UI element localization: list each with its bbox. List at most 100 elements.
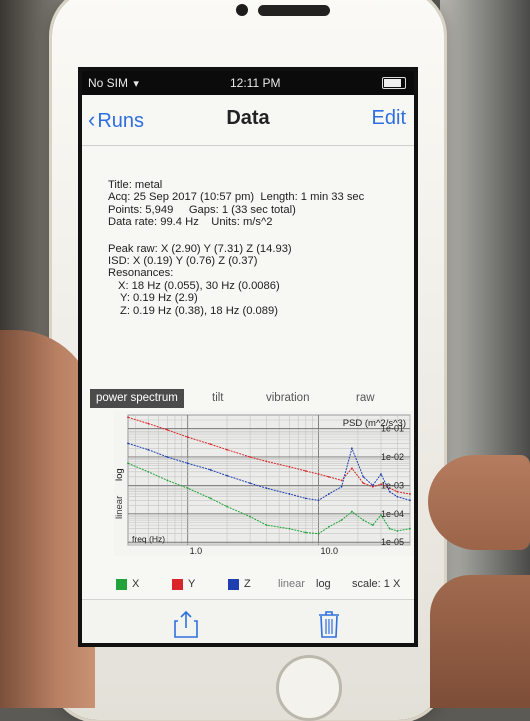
y-axis-linear-label[interactable]: linear bbox=[114, 496, 125, 519]
x-tick-label: 1.0 bbox=[190, 546, 203, 556]
data-point-y bbox=[186, 436, 189, 439]
tab-tilt[interactable]: tilt bbox=[212, 389, 224, 408]
run-info: Title: metal Acq: 25 Sep 2017 (10:57 pm)… bbox=[108, 179, 413, 317]
navigation-bar: ‹ Runs Data Edit bbox=[82, 95, 414, 146]
data-point-y bbox=[166, 428, 169, 431]
data-point-z bbox=[340, 485, 343, 488]
y-tick-label: 1e-04 bbox=[381, 509, 404, 519]
y-tick-label: 1e-02 bbox=[381, 452, 404, 462]
data-point-z bbox=[304, 497, 307, 500]
data-point-x bbox=[371, 524, 374, 527]
earpiece bbox=[258, 5, 330, 16]
data-point-x bbox=[186, 487, 189, 490]
data-point-z bbox=[265, 487, 268, 490]
legend-label-z: Z bbox=[244, 578, 251, 590]
share-icon[interactable] bbox=[174, 610, 198, 638]
trash-icon[interactable] bbox=[318, 610, 340, 638]
data-point-y bbox=[249, 456, 252, 458]
data-point-z bbox=[327, 493, 330, 495]
data-point-y bbox=[396, 490, 399, 493]
data-point-z bbox=[288, 493, 291, 495]
info-gaps: Gaps: 1 (33 sec total) bbox=[188, 203, 296, 216]
front-camera bbox=[236, 4, 248, 16]
home-button[interactable] bbox=[276, 655, 342, 721]
info-points-row: Points: 5,949 Gaps: 1 (33 sec total) bbox=[108, 204, 413, 216]
data-point-z bbox=[388, 490, 391, 493]
info-isd: ISD: X (0.19) Y (0.76) Z (0.37) bbox=[108, 255, 258, 268]
data-point-x bbox=[396, 530, 399, 532]
data-point-y bbox=[209, 443, 212, 446]
page-title: Data bbox=[226, 107, 270, 129]
edit-button[interactable]: Edit bbox=[372, 107, 406, 130]
data-point-y bbox=[317, 473, 320, 475]
carrier-label: No SIM ▾ bbox=[88, 76, 139, 90]
data-point-y bbox=[127, 416, 129, 419]
data-point-x bbox=[209, 497, 212, 500]
battery-icon bbox=[382, 77, 406, 89]
data-point-z bbox=[317, 499, 320, 502]
legend-label-x: X bbox=[132, 578, 140, 590]
data-point-y bbox=[362, 482, 365, 485]
info-rate: Data rate: 99.4 Hz bbox=[108, 216, 199, 229]
info-rate-row: Data rate: 99.4 Hz Units: m/s^2 bbox=[108, 216, 413, 228]
data-point-x bbox=[288, 527, 291, 530]
carrier-text: No SIM bbox=[88, 76, 129, 90]
legend-swatch-z bbox=[228, 579, 239, 590]
data-point-y bbox=[351, 467, 353, 470]
tab-raw[interactable]: raw bbox=[356, 389, 375, 408]
info-resonances-label: Resonances: bbox=[108, 267, 174, 280]
legend-swatch-y bbox=[172, 579, 183, 590]
psd-chart[interactable]: PSD (m^2/s^3) 1e-01 1e-02 1e-03 1e-04 1e… bbox=[114, 411, 414, 556]
y-tick-label: 1e-01 bbox=[381, 424, 404, 434]
data-point-x bbox=[304, 531, 307, 534]
y-axis-log-label[interactable]: log bbox=[114, 468, 125, 481]
data-point-z bbox=[371, 484, 374, 487]
data-point-z bbox=[396, 495, 399, 498]
data-point-z bbox=[147, 448, 150, 451]
data-point-y bbox=[147, 422, 150, 425]
finger-right-upper bbox=[428, 455, 530, 550]
data-point-y bbox=[265, 460, 268, 463]
info-res-y: Y: 0.19 Hz (2.9) bbox=[120, 292, 198, 305]
data-point-z bbox=[380, 473, 382, 475]
data-point-y bbox=[226, 448, 228, 451]
data-point-x bbox=[226, 505, 228, 508]
data-point-z bbox=[226, 474, 228, 477]
info-acq-row: Acq: 25 Sep 2017 (10:57 pm) Length: 1 mi… bbox=[108, 191, 413, 203]
status-time: 12:11 PM bbox=[230, 76, 281, 90]
info-units: Units: m/s^2 bbox=[211, 216, 273, 229]
y-tick-label: 1e-03 bbox=[381, 480, 404, 490]
info-res-x: X: 18 Hz (0.055), 30 Hz (0.0086) bbox=[118, 279, 280, 292]
x-tick-label: 10.0 bbox=[321, 546, 339, 556]
data-point-x bbox=[327, 525, 330, 528]
tab-power-spectrum[interactable]: power spectrum bbox=[90, 389, 184, 408]
scale-button[interactable]: scale: 1 X bbox=[352, 578, 400, 590]
wifi-icon: ▾ bbox=[133, 78, 139, 90]
tab-vibration[interactable]: vibration bbox=[266, 389, 309, 408]
info-peak-raw: Peak raw: X (2.90) Y (7.31) Z (14.93) bbox=[108, 242, 292, 255]
data-point-z bbox=[166, 456, 169, 458]
data-point-z bbox=[209, 469, 212, 471]
info-acq: Acq: 25 Sep 2017 (10:57 pm) bbox=[108, 191, 255, 204]
status-bar: No SIM ▾ 12:11 PM bbox=[82, 71, 414, 95]
finger-right-lower bbox=[430, 575, 530, 708]
data-point-y bbox=[304, 470, 307, 472]
tab-bar: power spectrum tilt vibration raw bbox=[90, 389, 410, 409]
data-point-x bbox=[249, 515, 252, 518]
data-point-z bbox=[186, 462, 189, 465]
data-point-x bbox=[127, 462, 129, 465]
legend-swatch-x bbox=[116, 579, 127, 590]
log-toggle[interactable]: log bbox=[316, 578, 331, 590]
data-point-z bbox=[351, 447, 353, 450]
data-point-x bbox=[409, 527, 411, 530]
data-point-x bbox=[362, 519, 365, 522]
data-point-z bbox=[127, 442, 129, 445]
data-point-x bbox=[147, 470, 150, 473]
legend-label-y: Y bbox=[188, 578, 196, 590]
linear-toggle[interactable]: linear bbox=[278, 578, 305, 590]
data-point-x bbox=[388, 527, 391, 530]
info-points: Points: 5,949 bbox=[108, 203, 174, 216]
data-point-y bbox=[288, 465, 291, 468]
info-length: Length: 1 min 33 sec bbox=[260, 191, 365, 204]
chart-legend: X Y Z linear log scale: 1 X bbox=[110, 576, 414, 594]
